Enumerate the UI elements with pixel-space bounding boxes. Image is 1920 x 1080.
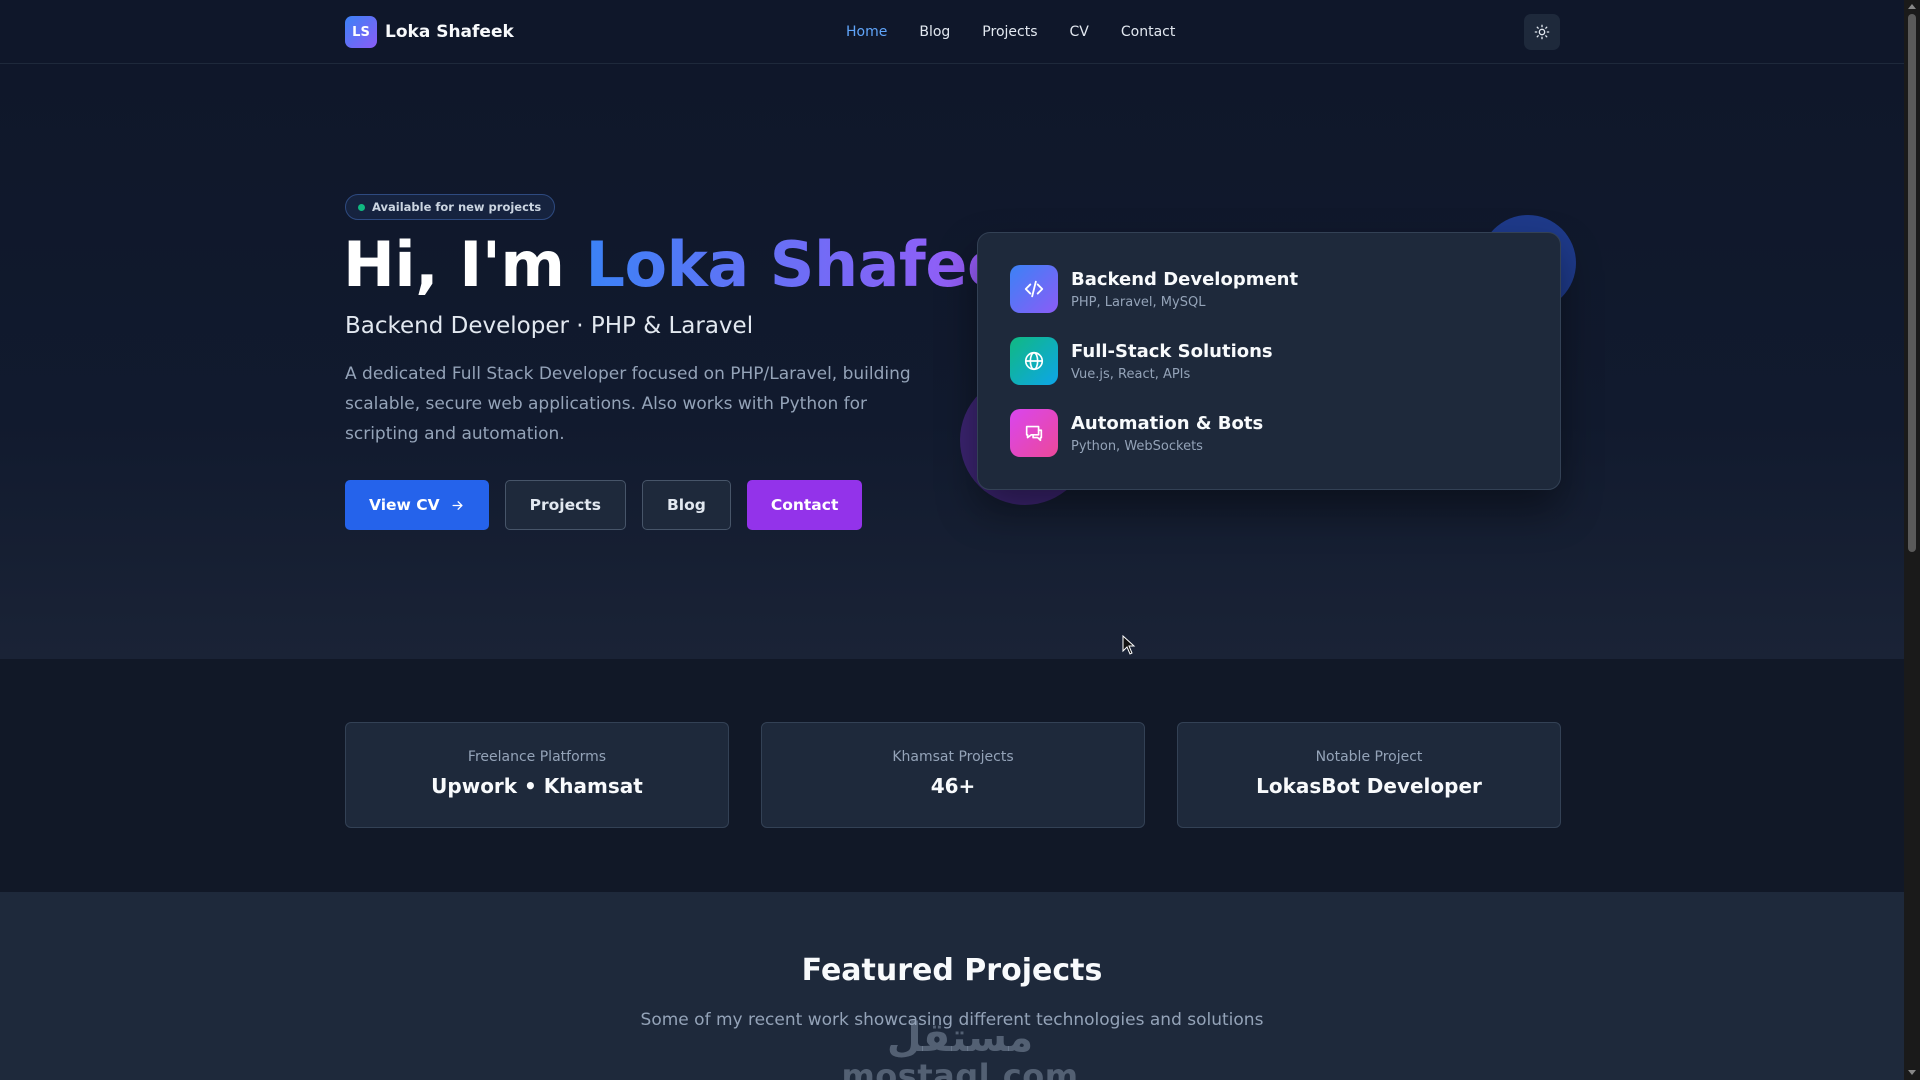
stat-value: 46+	[930, 774, 976, 798]
top-navbar: LS Loka Shafeek Home Blog Projects CV Co…	[0, 0, 1904, 64]
stat-card: Notable Project LokasBot Developer	[1177, 722, 1561, 828]
availability-badge: Available for new projects	[345, 194, 556, 220]
mostaql-watermark: مستقل mostaql.com	[840, 1018, 1080, 1080]
stat-card: Khamsat Projects 46+	[761, 722, 1145, 828]
nav-link-home[interactable]: Home	[846, 24, 887, 40]
scrollbar[interactable]	[1904, 0, 1920, 1080]
globe-icon	[1010, 337, 1058, 385]
stat-value: LokasBot Developer	[1256, 774, 1482, 798]
skills-card: Backend Development PHP, Laravel, MySQL …	[977, 232, 1561, 490]
skill-item: Backend Development PHP, Laravel, MySQL	[1010, 265, 1298, 313]
view-cv-button[interactable]: View CV	[345, 480, 489, 530]
stat-label: Freelance Platforms	[467, 749, 607, 765]
stat-value: Upwork • Khamsat	[431, 774, 643, 798]
hero-section	[0, 65, 1904, 659]
stat-card: Freelance Platforms Upwork • Khamsat	[345, 722, 729, 828]
stats-section: Freelance Platforms Upwork • Khamsat Kha…	[0, 659, 1904, 892]
skill-title: Automation & Bots	[1071, 412, 1264, 434]
mouse-cursor-icon	[1122, 635, 1136, 655]
theme-toggle-button[interactable]	[1524, 14, 1560, 50]
blog-button[interactable]: Blog	[641, 480, 731, 530]
nav-link-projects[interactable]: Projects	[982, 24, 1037, 40]
brand[interactable]: LS Loka Shafeek	[345, 16, 514, 48]
skill-title: Backend Development	[1071, 268, 1299, 290]
stat-label: Notable Project	[1315, 749, 1423, 765]
skill-item: Automation & Bots Python, WebSockets	[1010, 409, 1263, 457]
skill-item: Full-Stack Solutions Vue.js, React, APIs	[1010, 337, 1273, 385]
badge-text: Available for new projects	[372, 200, 542, 214]
brand-logo: LS	[345, 16, 377, 48]
scroll-down-arrow-icon[interactable]	[1908, 1070, 1916, 1075]
skill-subtitle: Vue.js, React, APIs	[1071, 366, 1191, 382]
watermark-arabic: مستقل	[886, 1015, 1034, 1061]
hero-description: A dedicated Full Stack Developer focused…	[345, 364, 911, 444]
skill-subtitle: Python, WebSockets	[1071, 438, 1203, 454]
featured-title: Featured Projects	[801, 953, 1103, 988]
skill-subtitle: PHP, Laravel, MySQL	[1071, 294, 1206, 310]
scrollbar-thumb[interactable]	[1908, 14, 1916, 552]
stat-label: Khamsat Projects	[892, 749, 1014, 765]
nav-link-cv[interactable]: CV	[1070, 24, 1089, 40]
nav-links: Home Blog Projects CV Contact	[846, 0, 1175, 64]
hero-title-prefix: Hi, I'm	[343, 228, 565, 301]
scroll-up-arrow-icon[interactable]	[1908, 4, 1916, 9]
page: LS Loka Shafeek Home Blog Projects CV Co…	[0, 0, 1904, 1080]
hero-title: Hi, I'm Loka Shafeek	[343, 228, 1050, 301]
nav-link-blog[interactable]: Blog	[919, 24, 950, 40]
projects-button[interactable]: Projects	[504, 480, 626, 530]
brand-name: Loka Shafeek	[385, 22, 514, 42]
sun-icon	[1534, 24, 1550, 40]
contact-button[interactable]: Contact	[746, 480, 863, 530]
hero-subtitle: Backend Developer · PHP & Laravel	[345, 313, 754, 339]
nav-link-contact[interactable]: Contact	[1121, 24, 1175, 40]
status-dot	[358, 203, 365, 211]
code-icon	[1010, 265, 1058, 313]
hero-buttons: View CV Projects Blog Contact	[345, 480, 863, 530]
skill-title: Full-Stack Solutions	[1071, 340, 1273, 362]
watermark-latin: mostaql.com	[841, 1057, 1079, 1080]
chat-icon	[1010, 409, 1058, 457]
arrow-right-icon	[452, 500, 463, 510]
view-cv-label: View CV	[369, 496, 440, 514]
